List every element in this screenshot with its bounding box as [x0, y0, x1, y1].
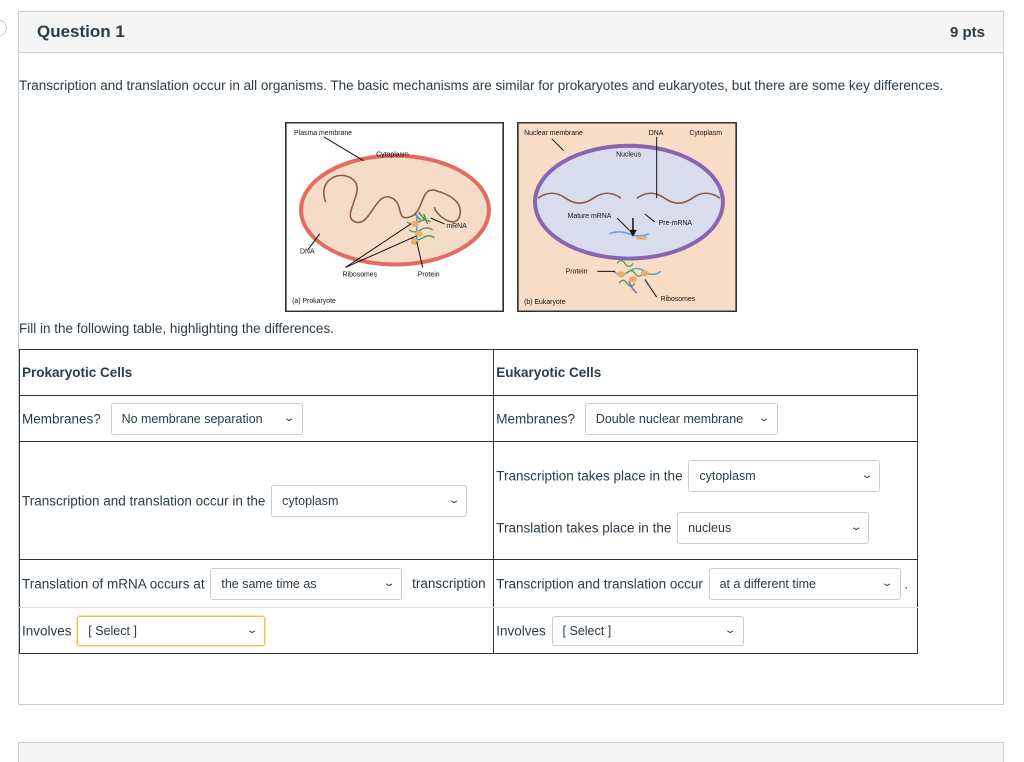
table-row: Translation of mRNA occurs at the same t… [18, 559, 918, 608]
select-value: [ Select ] [88, 623, 137, 638]
select-value: the same time as [221, 576, 317, 591]
euk-involves-select[interactable]: [ Select ] ⌄ [551, 615, 744, 646]
eukaryote-nucleus [533, 143, 725, 261]
label-nuclear-membrane: Nuclear membrane [524, 130, 583, 137]
chevron-down-icon: ⌄ [245, 625, 259, 636]
label-euk-dna: DNA [649, 130, 664, 137]
label-dna: DNA [300, 249, 315, 256]
label-pre-mrna: Pre-mRNA [659, 220, 693, 227]
comparison-table: Prokaryotic Cells Eukaryotic Cells Membr… [18, 349, 918, 654]
question-intro: Transcription and translation occur in a… [19, 78, 944, 93]
next-question-card [18, 742, 1004, 762]
table-cell: Transcription and translation occur at a… [493, 559, 918, 608]
label-mrna: mRNA [446, 223, 467, 230]
euk-timing-suffix: . [904, 576, 909, 591]
chevron-down-icon: ⌄ [758, 413, 771, 424]
prok-timing-label: Translation of mRNA occurs at [22, 576, 205, 591]
label-euk-ribosomes: Ribosomes [661, 296, 696, 303]
prok-location-select[interactable]: cytoplasm ⌄ [271, 484, 468, 517]
label-protein: Protein [418, 271, 440, 278]
prok-involves-label: Involves [22, 623, 72, 638]
euk-membranes-label: Membranes? [496, 411, 576, 426]
label-mature-mrna: Mature mRNA [568, 213, 612, 220]
table-cell: Involves [ Select ] ⌄ [493, 607, 918, 654]
prok-membranes-label: Membranes? [22, 411, 101, 426]
euk-timing-select[interactable]: at a different time ⌄ [708, 567, 901, 600]
prok-timing-suffix: transcription [412, 576, 486, 591]
select-value: [ Select ] [562, 623, 612, 638]
table-cell: Membranes? Double nuclear membrane ⌄ [493, 395, 918, 442]
select-value: cytoplasm [699, 468, 756, 483]
question-title: Question 1 [37, 22, 125, 41]
question-points: 9 pts [949, 24, 985, 41]
fill-prompt: Fill in the following table, highlightin… [19, 321, 334, 336]
chevron-down-icon: ⌄ [881, 578, 894, 589]
eukaryotic-header: Eukaryotic Cells [496, 365, 602, 380]
table-cell: Prokaryotic Cells [18, 349, 495, 396]
euk-transcription-label: Transcription takes place in the [496, 468, 683, 483]
label-euk-protein: Protein [566, 268, 588, 275]
prokaryotic-header: Prokaryotic Cells [22, 365, 133, 380]
chevron-down-icon: ⌄ [724, 625, 737, 636]
prokaryote-figure: Plasma membrane Cytoplasm mRNA DNA Ribos… [285, 122, 504, 312]
label-ribosomes: Ribosomes [343, 271, 378, 278]
table-cell: Transcription takes place in the cytopla… [493, 441, 918, 560]
prok-location-label: Transcription and translation occur in t… [22, 493, 266, 508]
chevron-down-icon: ⌄ [849, 522, 863, 533]
chevron-down-icon: ⌄ [382, 578, 396, 589]
table-row: Transcription and translation occur in t… [18, 441, 918, 560]
label-cytoplasm: Cytoplasm [376, 152, 409, 159]
table-cell: Transcription and translation occur in t… [18, 441, 495, 560]
select-value: cytoplasm [282, 493, 339, 508]
select-value: at a different time [719, 576, 816, 591]
table-row: Prokaryotic Cells Eukaryotic Cells [18, 349, 918, 396]
chevron-down-icon: ⌄ [860, 470, 874, 481]
chevron-down-icon: ⌄ [283, 413, 296, 424]
table-row: Involves [ Select ] ⌄ Involves [ Select … [18, 607, 918, 654]
euk-translation-label: Translation takes place in the [496, 520, 672, 535]
table-cell: Involves [ Select ] ⌄ [18, 607, 495, 654]
select-value: No membrane separation [121, 411, 263, 426]
label-euk-cytoplasm: Cytoplasm [689, 130, 722, 137]
question-header: Question 1 9 pts [19, 12, 1003, 53]
label-plasma-membrane: Plasma membrane [294, 130, 352, 137]
table-cell: Membranes? No membrane separation ⌄ [18, 395, 495, 442]
chevron-down-icon: ⌄ [447, 495, 461, 506]
prok-membranes-select[interactable]: No membrane separation ⌄ [110, 402, 303, 435]
table-row: Membranes? No membrane separation ⌄ Memb… [18, 395, 918, 442]
euk-transcription-select[interactable]: cytoplasm ⌄ [688, 459, 881, 492]
eukaryote-figure: Nuclear membrane DNA Cytoplasm Nucleus M… [517, 122, 737, 312]
caption-eukaryote: (b) Eukaryote [524, 299, 566, 306]
caption-prokaryote: (a) Prokaryote [292, 298, 336, 305]
label-nucleus: Nucleus [616, 152, 641, 159]
prok-involves-select[interactable]: [ Select ] ⌄ [77, 615, 266, 646]
euk-involves-label: Involves [496, 623, 546, 638]
select-value: Double nuclear membrane [595, 411, 744, 426]
table-cell: Eukaryotic Cells [493, 349, 918, 396]
select-value: nucleus [688, 520, 732, 535]
euk-timing-label: Transcription and translation occur [496, 576, 703, 591]
euk-membranes-select[interactable]: Double nuclear membrane ⌄ [584, 402, 778, 435]
euk-translation-select[interactable]: nucleus ⌄ [677, 511, 870, 544]
flag-question-icon[interactable] [0, 20, 7, 36]
prok-timing-select[interactable]: the same time as ⌄ [210, 567, 403, 600]
table-cell: Translation of mRNA occurs at the same t… [18, 559, 495, 608]
